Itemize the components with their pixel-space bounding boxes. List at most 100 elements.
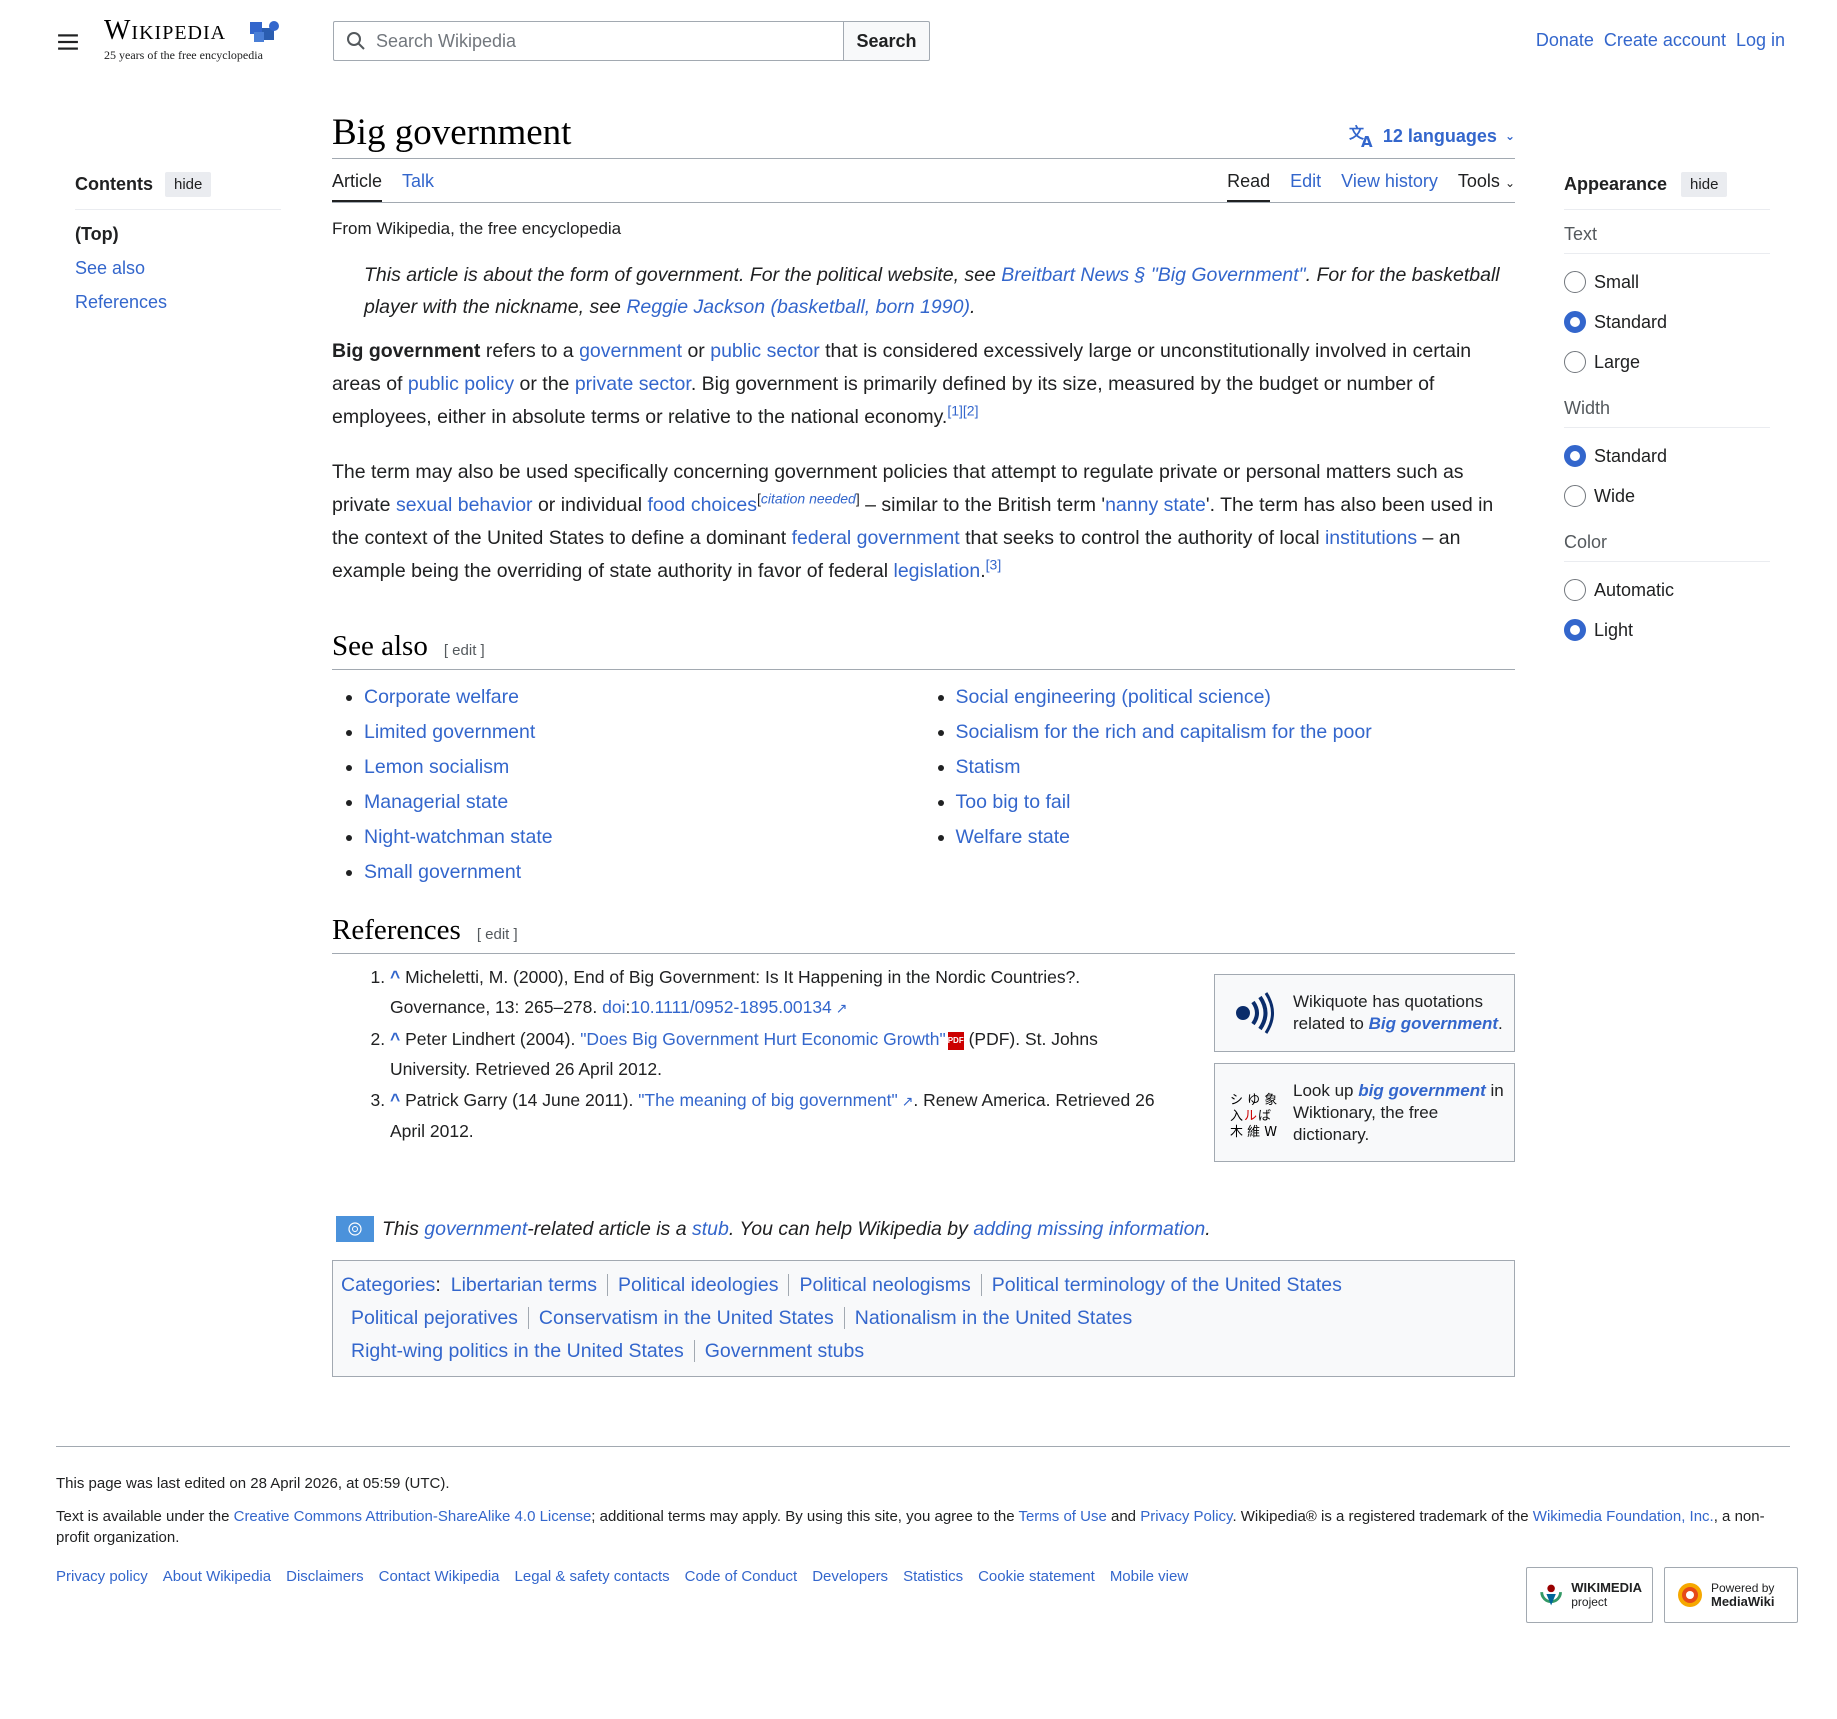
wikipedia-logo[interactable]: Wikipedia 25 years of the free encyclope… <box>104 16 294 70</box>
text-size-small-radio[interactable]: Small <box>1564 270 1770 294</box>
citation-3[interactable]: [3] <box>986 557 1002 573</box>
privacy-policy-link[interactable]: Privacy Policy <box>1140 1508 1232 1525</box>
institutions-link[interactable]: institutions <box>1325 527 1417 549</box>
nanny-state-link[interactable]: nanny state <box>1105 494 1206 516</box>
width-wide-radio[interactable]: Wide <box>1564 484 1770 508</box>
back-link-caret[interactable]: ^ <box>390 1029 400 1049</box>
private-sector-link[interactable]: private sector <box>575 373 691 395</box>
edit-section-link[interactable]: [ edit ] <box>444 642 485 659</box>
color-automatic-radio[interactable]: Automatic <box>1564 578 1770 602</box>
footer-link[interactable]: Legal & safety contacts <box>515 1568 670 1585</box>
federal-government-link[interactable]: federal government <box>792 527 960 549</box>
edit-section-link[interactable]: [ edit ] <box>477 926 518 943</box>
adding-missing-information-link[interactable]: adding missing information <box>973 1218 1205 1240</box>
government-stub-link[interactable]: government <box>424 1218 527 1240</box>
footer-link[interactable]: About Wikipedia <box>163 1568 271 1585</box>
wikiquote-link[interactable]: Big government <box>1369 1014 1498 1033</box>
government-link[interactable]: government <box>579 340 682 362</box>
see-also-link[interactable]: Night-watchman state <box>364 826 553 848</box>
tab-view-history[interactable]: View history <box>1341 171 1438 202</box>
see-also-link[interactable]: Small government <box>364 861 521 883</box>
category-link[interactable]: Nationalism in the United States <box>843 1307 1143 1330</box>
breitbart-link[interactable]: Breitbart News § "Big Government" <box>1001 264 1305 286</box>
meaning-of-big-government-link[interactable]: "The meaning of big government" <box>638 1090 898 1110</box>
text: refers to a <box>480 340 580 363</box>
footer-link[interactable]: Contact Wikipedia <box>379 1568 500 1585</box>
doi-value-link[interactable]: 10.1111/0952-1895.00134 <box>630 997 831 1017</box>
category-link[interactable]: Political pejoratives <box>341 1307 528 1329</box>
search-icon <box>347 32 365 50</box>
back-link-caret[interactable]: ^ <box>390 967 400 987</box>
toc-hide-button[interactable]: hide <box>165 172 212 197</box>
see-also-link[interactable]: Social engineering (political science) <box>956 686 1271 708</box>
footer-link[interactable]: Cookie statement <box>978 1568 1095 1585</box>
citation-2[interactable]: [2] <box>963 403 979 419</box>
footer-link[interactable]: Privacy policy <box>56 1568 148 1585</box>
log-in-link[interactable]: Log in <box>1736 30 1785 51</box>
tab-article[interactable]: Article <box>332 171 383 203</box>
see-also-link[interactable]: Managerial state <box>364 791 508 813</box>
create-account-link[interactable]: Create account <box>1604 30 1726 51</box>
see-also-link[interactable]: Welfare state <box>956 826 1071 848</box>
footer-link[interactable]: Mobile view <box>1110 1568 1188 1585</box>
category-link[interactable]: Government stubs <box>693 1340 875 1363</box>
wiktionary-link[interactable]: big government <box>1358 1081 1486 1100</box>
category-link[interactable]: Political neologisms <box>788 1274 981 1297</box>
toc-item-top[interactable]: (Top) <box>75 224 281 245</box>
color-light-radio[interactable]: Light <box>1564 618 1770 642</box>
economic-growth-link[interactable]: "Does Big Government Hurt Economic Growt… <box>580 1029 945 1049</box>
see-also-link[interactable]: Statism <box>956 756 1021 778</box>
food-choices-link[interactable]: food choices <box>647 494 757 516</box>
toc-item-see-also[interactable]: See also <box>75 258 145 278</box>
svg-text:A: A <box>1361 133 1373 148</box>
languages-button[interactable]: 文A 12 languages ⌄ <box>1349 124 1515 148</box>
search-box[interactable] <box>333 21 844 61</box>
wikimedia-project-badge[interactable]: WIKIMEDIA project <box>1526 1567 1653 1623</box>
tab-edit[interactable]: Edit <box>1290 171 1321 202</box>
back-link-caret[interactable]: ^ <box>390 1090 400 1110</box>
stub-link[interactable]: stub <box>692 1218 729 1240</box>
category-link[interactable]: Political terminology of the United Stat… <box>980 1274 1352 1297</box>
tools-dropdown[interactable]: Tools ⌄ <box>1458 171 1515 202</box>
footer-link[interactable]: Statistics <box>903 1568 963 1585</box>
footer-link[interactable]: Developers <box>812 1568 888 1585</box>
see-also-link[interactable]: Lemon socialism <box>364 756 509 778</box>
public-sector-link[interactable]: public sector <box>710 340 819 362</box>
category-link[interactable]: Conservatism in the United States <box>527 1307 844 1330</box>
powered-by-mediawiki-badge[interactable]: Powered by MediaWiki <box>1664 1567 1798 1623</box>
text-size-large-radio[interactable]: Large <box>1564 350 1770 374</box>
donate-link[interactable]: Donate <box>1536 30 1594 51</box>
see-also-link[interactable]: Limited government <box>364 721 535 743</box>
main-menu-button[interactable] <box>52 26 84 58</box>
width-standard-radio[interactable]: Standard <box>1564 444 1770 468</box>
category-link[interactable]: Political ideologies <box>607 1274 789 1297</box>
text-size-standard-radio[interactable]: Standard <box>1564 310 1770 334</box>
see-also-link[interactable]: Socialism for the rich and capitalism fo… <box>956 721 1372 743</box>
wikimedia-foundation-link[interactable]: Wikimedia Foundation, Inc. <box>1533 1508 1714 1525</box>
footer-link[interactable]: Disclaimers <box>286 1568 364 1585</box>
cc-license-link[interactable]: Creative Commons Attribution-ShareAlike … <box>234 1508 592 1525</box>
see-also-link[interactable]: Corporate welfare <box>364 686 519 708</box>
category-link[interactable]: Right-wing politics in the United States <box>341 1340 694 1362</box>
wiktionary-icon: シ ゆ 象入 ルば木 維 W <box>1223 1085 1285 1141</box>
reggie-jackson-link[interactable]: Reggie Jackson (basketball, born 1990) <box>626 296 970 318</box>
toc-item-references[interactable]: References <box>75 292 167 312</box>
badge-text: MediaWiki <box>1711 1594 1775 1609</box>
category-link[interactable]: Libertarian terms <box>441 1274 607 1296</box>
footer-link[interactable]: Code of Conduct <box>685 1568 798 1585</box>
categories-label-link[interactable]: Categories <box>341 1274 435 1296</box>
sexual-behavior-link[interactable]: sexual behavior <box>396 494 533 516</box>
legislation-link[interactable]: legislation <box>894 560 981 582</box>
category-links: Categories: Libertarian terms Political id… <box>332 1260 1515 1378</box>
public-policy-link[interactable]: public policy <box>408 373 514 395</box>
see-also-link[interactable]: Too big to fail <box>956 791 1071 813</box>
search-button[interactable]: Search <box>843 21 930 61</box>
citation-needed-link[interactable]: citation needed <box>761 491 856 507</box>
tab-read[interactable]: Read <box>1227 171 1271 203</box>
tab-talk[interactable]: Talk <box>402 171 434 202</box>
doi-link[interactable]: doi <box>602 997 625 1017</box>
terms-of-use-link[interactable]: Terms of Use <box>1018 1508 1106 1525</box>
search-input[interactable] <box>376 30 816 52</box>
appearance-hide-button[interactable]: hide <box>1681 172 1728 197</box>
citation-1[interactable]: [1] <box>947 403 963 419</box>
